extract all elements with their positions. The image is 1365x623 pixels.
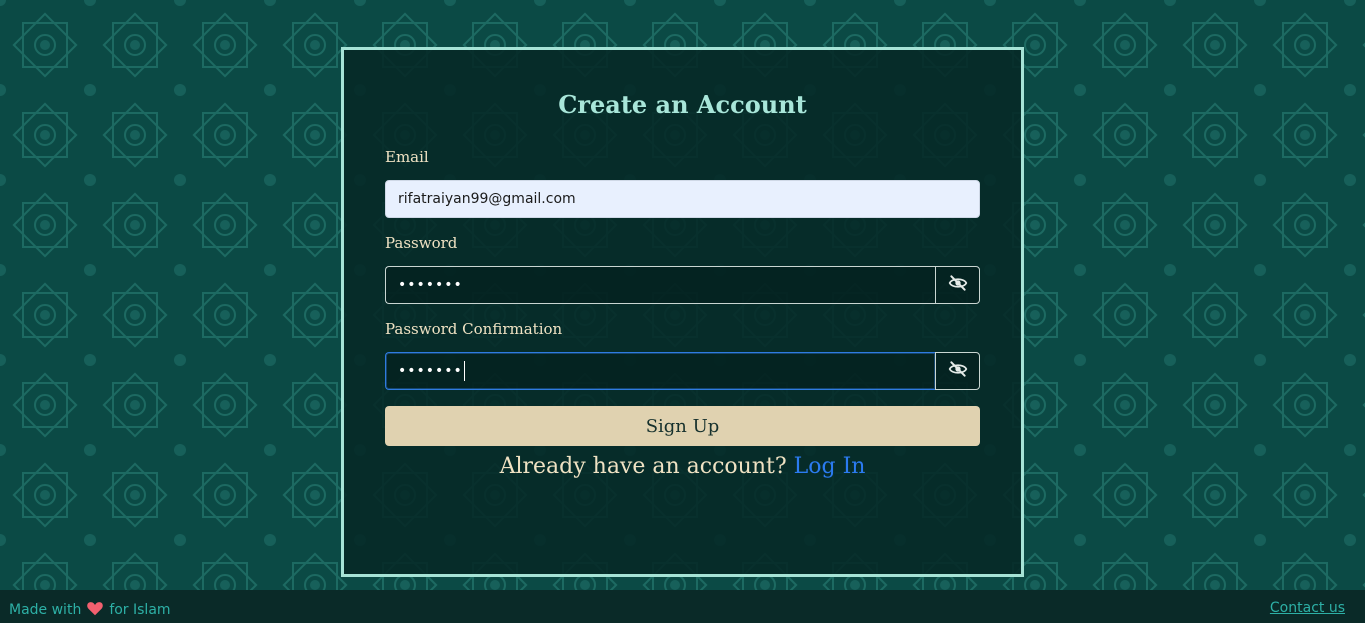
login-prompt-line: Already have an account? Log In [385, 454, 980, 479]
password-confirmation-group: ••••••• [385, 352, 980, 390]
toggle-password-visibility-button[interactable] [935, 266, 980, 304]
password-field[interactable]: ••••••• [385, 266, 935, 304]
contact-us-link[interactable]: Contact us [1270, 600, 1345, 616]
footer: Made with for Islam Contact us [0, 590, 1365, 623]
password-confirmation-value: ••••••• [398, 363, 463, 379]
password-value: ••••••• [398, 277, 463, 293]
for-islam-text: for Islam [109, 602, 171, 618]
made-with-text: Made with [9, 602, 82, 618]
form-title: Create an Account [558, 90, 807, 119]
password-group: ••••••• [385, 266, 980, 304]
sign-up-button[interactable]: Sign Up [385, 406, 980, 446]
email-field[interactable]: rifatraiyan99@gmail.com [385, 180, 980, 218]
eye-slash-icon [948, 360, 968, 382]
toggle-password-confirmation-visibility-button[interactable] [935, 352, 980, 390]
password-label: Password [385, 234, 458, 252]
email-label: Email [385, 148, 429, 166]
eye-slash-icon [948, 274, 968, 296]
login-link[interactable]: Log In [794, 454, 866, 479]
footer-credit: Made with for Islam [9, 600, 171, 620]
password-confirmation-label: Password Confirmation [385, 320, 563, 338]
heart-icon [86, 600, 104, 620]
text-caret [463, 361, 465, 381]
login-prompt-text: Already have an account? [499, 454, 787, 479]
password-confirmation-field[interactable]: ••••••• [385, 352, 935, 390]
email-value: rifatraiyan99@gmail.com [398, 191, 576, 207]
signup-card: Create an Account Email rifatraiyan99@gm… [341, 47, 1024, 577]
